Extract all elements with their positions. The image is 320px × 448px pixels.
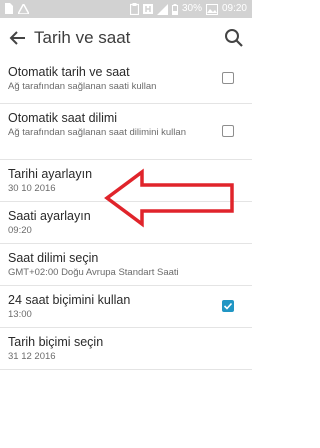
auto-date-time-checkbox[interactable] xyxy=(222,72,234,84)
back-arrow-icon xyxy=(9,31,25,45)
setting-auto-timezone[interactable]: Otomatik saat dilimi Ağ tarafından sağla… xyxy=(0,104,252,160)
setting-title: Saat dilimi seçin xyxy=(8,251,99,265)
image-notification-icon xyxy=(205,3,218,15)
setting-title: Tarih biçimi seçin xyxy=(8,335,104,349)
annotation-arrow-icon xyxy=(104,168,234,228)
warning-icon xyxy=(18,3,29,14)
app-bar: Tarih ve saat xyxy=(0,18,252,58)
setting-subtitle: GMT+02:00 Doğu Avrupa Standart Saati xyxy=(8,267,179,278)
page-title: Tarih ve saat xyxy=(34,28,131,47)
setting-subtitle: Ağ tarafından sağlanan saati kullan xyxy=(8,81,157,92)
setting-select-timezone[interactable]: Saat dilimi seçin GMT+02:00 Doğu Avrupa … xyxy=(0,244,252,286)
setting-date-format[interactable]: Tarih biçimi seçin 31 12 2016 xyxy=(0,328,252,370)
signal-icon xyxy=(156,3,168,15)
setting-auto-date-time[interactable]: Otomatik tarih ve saat Ağ tarafından sağ… xyxy=(0,58,252,104)
clipboard-icon xyxy=(129,3,139,15)
setting-title: Otomatik tarih ve saat xyxy=(8,65,130,79)
setting-subtitle: 13:00 xyxy=(8,309,32,320)
battery-icon xyxy=(171,3,178,15)
status-time: 09:20 xyxy=(221,3,247,14)
back-button[interactable] xyxy=(6,26,30,50)
setting-24-hour-format[interactable]: 24 saat biçimini kullan 13:00 xyxy=(0,286,252,328)
setting-subtitle: 31 12 2016 xyxy=(8,351,56,362)
setting-title: 24 saat biçimini kullan xyxy=(8,293,131,307)
h-network-icon xyxy=(142,4,153,14)
setting-subtitle: Ağ tarafından sağlanan saat dilimini kul… xyxy=(8,127,186,138)
battery-percent: 30% xyxy=(181,3,202,14)
checkmark-icon xyxy=(223,302,233,310)
setting-title: Otomatik saat dilimi xyxy=(8,111,118,125)
status-bar: 30% 09:20 xyxy=(0,0,252,18)
auto-timezone-checkbox[interactable] xyxy=(222,125,234,137)
search-icon xyxy=(225,29,243,47)
search-button[interactable] xyxy=(222,26,246,50)
sim-card-icon xyxy=(5,3,13,14)
24-hour-format-checkbox[interactable] xyxy=(222,300,234,312)
